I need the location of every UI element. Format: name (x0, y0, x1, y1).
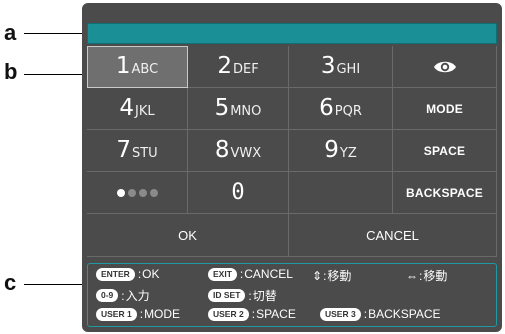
mask-dot (116, 188, 125, 197)
show-password-button[interactable] (393, 46, 497, 88)
callout-b: b (4, 59, 18, 84)
key-6[interactable]: 6 PQR (289, 88, 393, 130)
guide-exit: EXIT : CANCEL (208, 267, 293, 281)
key-9[interactable]: 9 YZ (289, 130, 393, 172)
colon: : (323, 268, 327, 283)
key-7-letters: STU (131, 146, 158, 161)
guide-user1: USER 1 : MODE (96, 307, 180, 321)
key-6-digit: 6 (319, 95, 334, 121)
user3-pill: USER 3 (320, 307, 361, 321)
user1-text: MODE (144, 307, 181, 321)
leftright-arrow-icon: ⇔ (406, 268, 418, 283)
callout-a-line (24, 33, 87, 34)
remote-key-guide: ENTER : OK EXIT : CANCEL ⇕ : 移動 ⇔ : 移動 0… (87, 263, 497, 327)
key-7[interactable]: 7 STU (87, 130, 188, 172)
colon: : (251, 307, 256, 321)
keypad-grid: 1 ABC 2 DEF 3 GHI 4 JKL 5 MNO 6 PQR MODE… (87, 46, 497, 258)
guide-user2: USER 2 : SPACE (208, 307, 296, 321)
mode-button[interactable]: MODE (393, 88, 497, 130)
callout-a: a (4, 20, 17, 45)
guide-enter: ENTER : OK (96, 267, 160, 281)
guide-user3: USER 3 : BACKSPACE (320, 307, 441, 321)
colon: : (137, 267, 142, 281)
eye-icon (433, 59, 457, 75)
idset-text: 切替 (252, 289, 277, 303)
user2-text: SPACE (256, 307, 296, 321)
text-input-bar[interactable] (87, 23, 497, 44)
keypad-screen: 1 ABC 2 DEF 3 GHI 4 JKL 5 MNO 6 PQR MODE… (82, 3, 502, 332)
mask-dot (127, 188, 136, 197)
key-8-letters: VWX (230, 146, 262, 161)
guide-idset: ID SET : 切替 (208, 287, 277, 304)
guide-updown: ⇕ : 移動 (312, 267, 351, 284)
key-9-letters: YZ (339, 146, 357, 161)
user3-text: BACKSPACE (368, 307, 441, 321)
key-5[interactable]: 5 MNO (188, 88, 289, 130)
leftright-text: 移動 (423, 269, 448, 283)
user1-pill: USER 1 (96, 307, 137, 321)
mask-dot (149, 188, 158, 197)
key-1[interactable]: 1 ABC (87, 46, 188, 88)
exit-pill: EXIT (208, 267, 237, 281)
callout-c: c (4, 270, 17, 295)
ok-button[interactable]: OK (87, 214, 289, 257)
enter-text: OK (142, 267, 160, 281)
backspace-button[interactable]: BACKSPACE (393, 172, 497, 214)
mask-dots-key[interactable] (87, 172, 188, 214)
updown-text: 移動 (327, 269, 352, 283)
key-2[interactable]: 2 DEF (188, 46, 289, 88)
mask-dots (116, 188, 158, 197)
key-4-letters: JKL (135, 104, 155, 119)
colon: : (363, 307, 368, 321)
user2-pill: USER 2 (208, 307, 249, 321)
digits-pill: 0-9 (96, 289, 119, 302)
key-1-digit: 1 (115, 53, 131, 79)
idset-pill: ID SET (208, 289, 246, 302)
key-6-letters: PQR (334, 104, 362, 119)
key-5-digit: 5 (214, 95, 230, 121)
key-3-digit: 3 (320, 53, 336, 79)
key-2-letters: DEF (232, 62, 259, 77)
key-8[interactable]: 8 VWX (188, 130, 289, 172)
colon: : (419, 268, 423, 283)
key-7-digit: 7 (116, 137, 131, 163)
key-0-digit: 0 (231, 180, 245, 205)
mask-dot (138, 188, 147, 197)
key-0[interactable]: 0 (188, 172, 289, 214)
exit-text: CANCEL (244, 267, 293, 281)
key-4[interactable]: 4 JKL (87, 88, 188, 130)
key-1-letters: ABC (131, 62, 159, 77)
colon: : (121, 288, 125, 303)
cancel-button[interactable]: CANCEL (289, 214, 497, 257)
enter-pill: ENTER (96, 267, 135, 281)
updown-arrow-icon: ⇕ (312, 268, 323, 283)
digits-text: 入力 (125, 289, 150, 303)
colon: : (139, 307, 144, 321)
key-9-digit: 9 (324, 137, 339, 163)
key-2-digit: 2 (217, 53, 232, 79)
key-3-letters: GHI (336, 62, 361, 77)
key-4-digit: 4 (119, 95, 135, 121)
guide-digits: 0-9 : 入力 (96, 287, 150, 304)
colon: : (248, 288, 252, 303)
key-8-digit: 8 (214, 137, 230, 163)
key-3[interactable]: 3 GHI (289, 46, 393, 88)
empty-key (289, 172, 393, 214)
colon: : (239, 267, 244, 281)
callout-c-line (24, 284, 87, 285)
guide-leftright: ⇔ : 移動 (406, 267, 447, 284)
space-button[interactable]: SPACE (393, 130, 497, 172)
key-5-letters: MNO (230, 104, 262, 119)
